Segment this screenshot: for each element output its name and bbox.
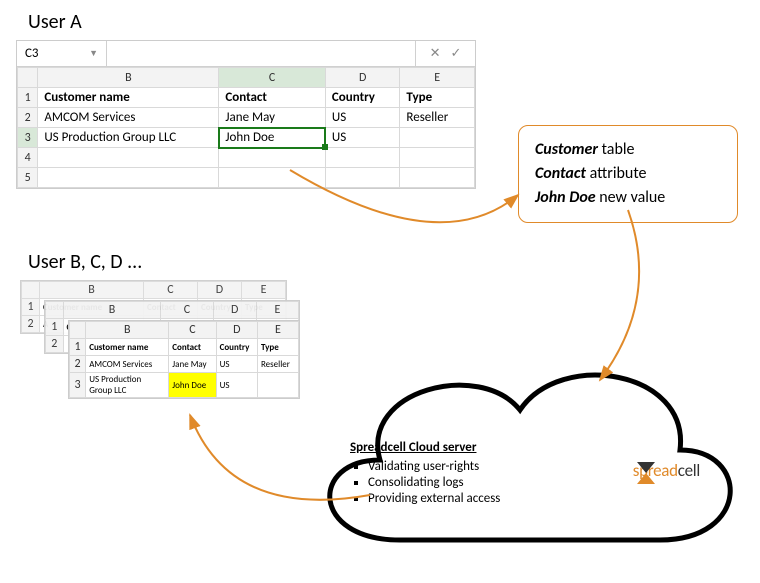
grid-user-a[interactable]: B C D E 1 Customer name Contact Country … bbox=[17, 67, 475, 188]
formula-controls: ✕ ✓ bbox=[415, 41, 475, 66]
row-header-3[interactable]: 3 bbox=[18, 128, 38, 148]
row-header-2[interactable]: 2 bbox=[18, 108, 38, 128]
spreadsheet-user-a: C3 ▼ ✕ ✓ B C D E 1 Customer name Contact… bbox=[16, 40, 476, 189]
cell-name-box[interactable]: C3 ▼ bbox=[17, 41, 107, 66]
row-header-4[interactable]: 4 bbox=[18, 148, 38, 168]
header-country[interactable]: Country bbox=[325, 88, 400, 108]
col-header-B[interactable]: B bbox=[38, 68, 219, 88]
header-customer[interactable]: Customer name bbox=[38, 88, 219, 108]
cloud-title: Spreadcell Cloud server bbox=[350, 440, 500, 455]
cell-B2[interactable]: AMCOM Services bbox=[38, 108, 219, 128]
mini-sheet-3: BCDE 1Customer nameContactCountryType 2A… bbox=[68, 320, 300, 399]
row-header-1[interactable]: 1 bbox=[18, 88, 38, 108]
change-callout: Customer table Contact attribute John Do… bbox=[518, 125, 738, 223]
cell-E3[interactable] bbox=[400, 128, 475, 148]
name-box-dropdown-icon[interactable]: ▼ bbox=[89, 48, 98, 59]
callout-contact: Contact bbox=[535, 164, 586, 183]
confirm-icon[interactable]: ✓ bbox=[451, 46, 462, 61]
col-header-D[interactable]: D bbox=[325, 68, 400, 88]
formula-bar[interactable] bbox=[107, 41, 415, 66]
col-header-C[interactable]: C bbox=[219, 68, 326, 88]
logo-text-2: cell bbox=[678, 460, 700, 481]
cancel-icon[interactable]: ✕ bbox=[430, 46, 441, 61]
cell-D2[interactable]: US bbox=[325, 108, 400, 128]
row-header-5[interactable]: 5 bbox=[18, 168, 38, 188]
spreadcell-logo: spreadcell bbox=[633, 460, 700, 481]
cell-E2[interactable]: Reseller bbox=[400, 108, 475, 128]
user-a-title: User A bbox=[28, 10, 82, 34]
cell-reference: C3 bbox=[25, 46, 39, 61]
cloud-server: Spreadcell Cloud server Validating user-… bbox=[290, 320, 750, 570]
header-type[interactable]: Type bbox=[400, 88, 475, 108]
cell-D3[interactable]: US bbox=[325, 128, 400, 148]
highlighted-updated-cell: John Doe bbox=[169, 373, 216, 398]
callout-value: John Doe bbox=[535, 188, 596, 207]
cloud-item-3: Providing external access bbox=[368, 491, 500, 506]
callout-customer: Customer bbox=[535, 140, 598, 159]
cloud-item-1: Validating user-rights bbox=[368, 459, 500, 474]
cell-B4[interactable] bbox=[38, 148, 219, 168]
cell-B5[interactable] bbox=[38, 168, 219, 188]
cell-C3-active[interactable]: John Doe bbox=[219, 128, 326, 148]
stacked-spreadsheets: BCDE 1Customer nameContactCountryType 2A… bbox=[20, 280, 300, 420]
header-contact[interactable]: Contact bbox=[219, 88, 326, 108]
col-header-E[interactable]: E bbox=[400, 68, 475, 88]
logo-mark-icon bbox=[633, 460, 659, 486]
cell-C2[interactable]: Jane May bbox=[219, 108, 326, 128]
cell-B3[interactable]: US Production Group LLC bbox=[38, 128, 219, 148]
cloud-item-2: Consolidating logs bbox=[368, 475, 500, 490]
user-bcd-title: User B, C, D ... bbox=[28, 250, 142, 274]
